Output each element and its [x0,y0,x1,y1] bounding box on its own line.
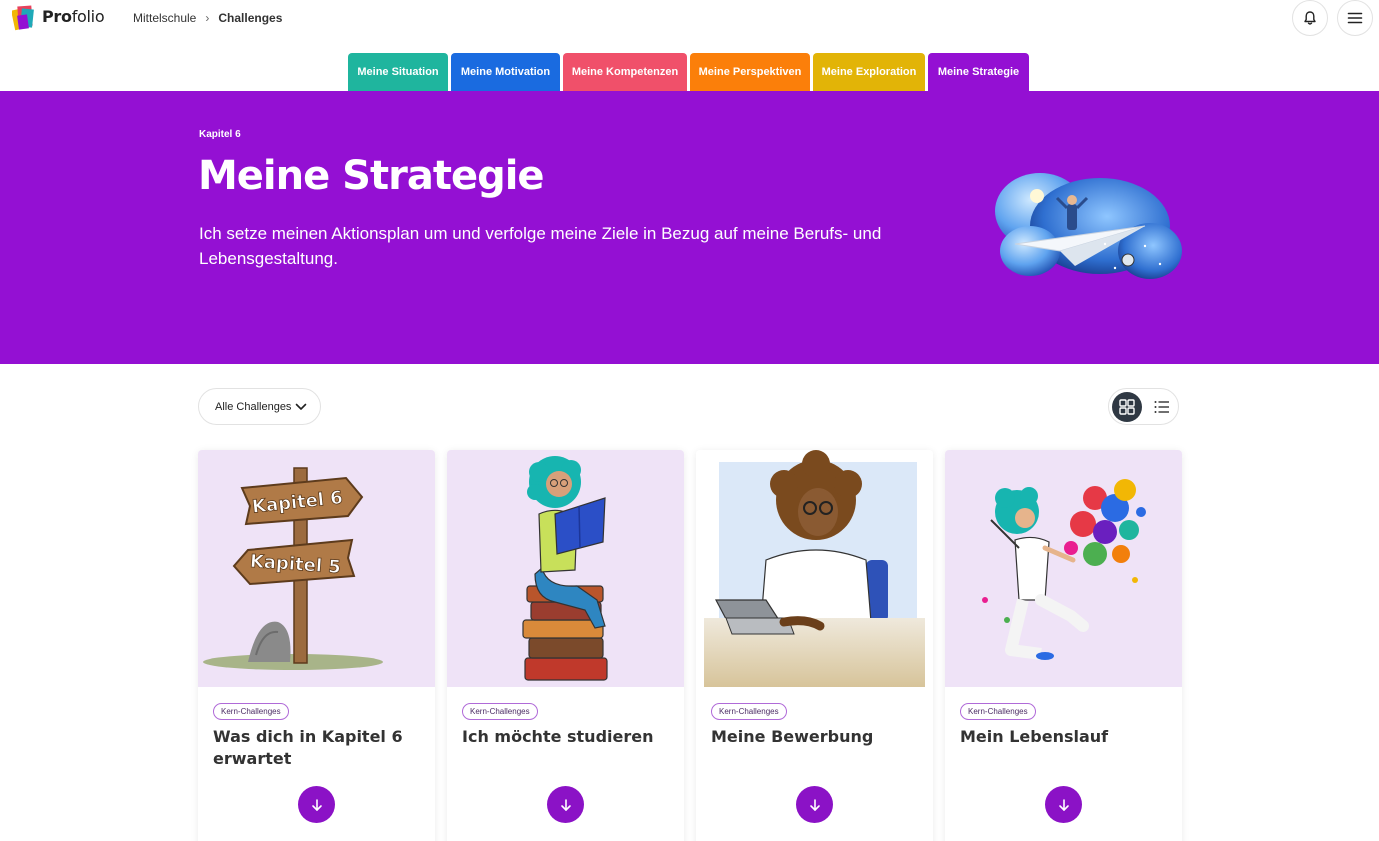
tab-meine-exploration[interactable]: Meine Exploration [813,53,925,91]
breadcrumb-separator: › [205,11,210,25]
chapter-number: Kapitel 6 [199,129,241,140]
arrow-down-icon [1058,798,1069,811]
tab-meine-motivation[interactable]: Meine Motivation [451,53,560,91]
chapter-tabs: Meine Situation Meine Motivation Meine K… [348,53,1029,91]
grid-view-button[interactable] [1112,392,1142,422]
challenge-card[interactable]: Kern-Challenges Meine Bewerbung [696,450,933,841]
download-button[interactable] [796,786,833,823]
tab-meine-situation[interactable]: Meine Situation [348,53,448,91]
arrow-down-icon [560,798,571,811]
chapter-hero: Kapitel 6 Meine Strategie Ich setze mein… [0,91,1379,364]
bell-icon [1304,11,1316,25]
tab-meine-perspektiven[interactable]: Meine Perspektiven [690,53,810,91]
paper-plane-illustration [995,173,1182,279]
breadcrumb: Mittelschule › Challenges [133,11,282,25]
hamburger-icon [1347,12,1363,24]
download-button[interactable] [1045,786,1082,823]
card-badge: Kern-Challenges [711,703,787,720]
card-title[interactable]: Meine Bewerbung [711,726,911,748]
view-toggle [1108,388,1179,425]
tab-meine-strategie[interactable]: Meine Strategie [928,53,1029,91]
signpost-illustration: Kapitel 6 Kapitel 5 [198,450,435,687]
card-title[interactable]: Ich möchte studieren [462,726,662,748]
card-title[interactable]: Was dich in Kapitel 6 erwartet [213,726,413,770]
paint-splash-dancer-illustration [945,450,1182,687]
top-bar: Profolio Mittelschule › Challenges [0,0,1379,36]
arrow-down-icon [311,798,322,811]
card-title[interactable]: Mein Lebenslauf [960,726,1160,748]
list-view-button[interactable] [1147,392,1177,422]
breadcrumb-current: Challenges [218,11,283,25]
profolio-logo[interactable]: Profolio [11,3,105,31]
breadcrumb-parent[interactable]: Mittelschule [133,11,196,25]
card-badge: Kern-Challenges [462,703,538,720]
reader-on-books-illustration [447,450,684,687]
challenge-card[interactable]: Kern-Challenges Ich möchte studieren [447,450,684,841]
download-button[interactable] [547,786,584,823]
person-with-laptop-illustration [696,450,933,687]
chapter-description: Ich setze meinen Aktionsplan um und verf… [199,224,882,268]
challenge-filter-dropdown[interactable]: Alle Challenges [198,388,321,425]
profolio-logo-mark [11,3,38,31]
download-button[interactable] [298,786,335,823]
tab-meine-kompetenzen[interactable]: Meine Kompetenzen [563,53,687,91]
challenge-card[interactable]: Kapitel 6 Kapitel 5 Kern-Challenges Was … [198,450,435,841]
logo-text: Profolio [42,6,105,26]
card-badge: Kern-Challenges [960,703,1036,720]
notification-button[interactable] [1292,0,1328,36]
page-title: Meine Strategie [198,153,545,199]
arrow-down-icon [809,798,820,811]
list-view-icon [1154,401,1169,413]
filter-label: Alle Challenges [215,400,292,413]
menu-button[interactable] [1337,0,1373,36]
card-badge: Kern-Challenges [213,703,289,720]
chevron-down-icon [295,403,307,410]
challenge-card[interactable]: Kern-Challenges Mein Lebenslauf [945,450,1182,841]
grid-view-icon [1119,399,1135,415]
